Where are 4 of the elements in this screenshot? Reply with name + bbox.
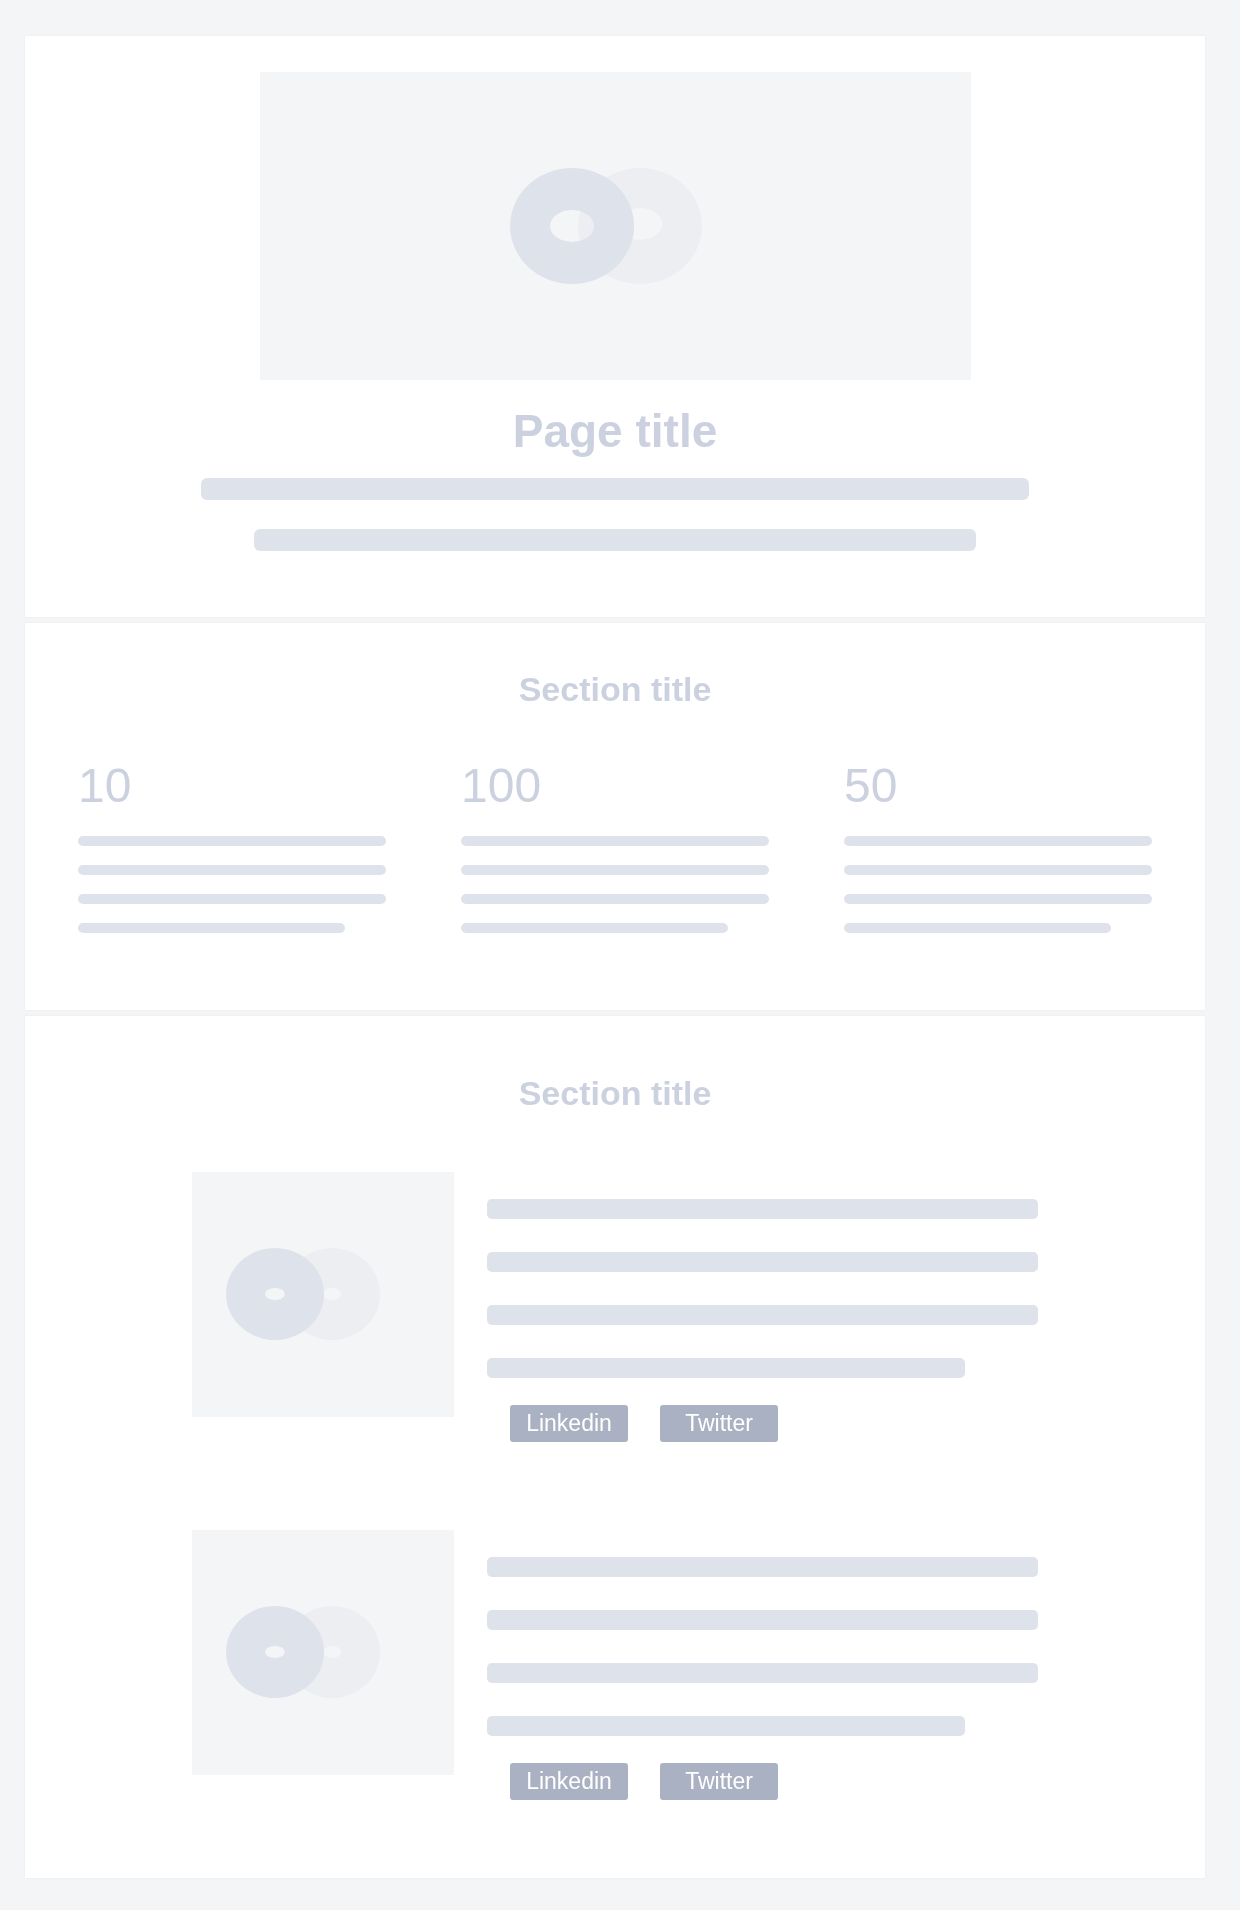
social-link[interactable]: Twitter [660,1404,778,1442]
social-link[interactable]: Twitter [660,1762,778,1800]
social-link[interactable]: Linkedin [510,1404,628,1442]
social-link[interactable]: Linkedin [510,1762,628,1800]
